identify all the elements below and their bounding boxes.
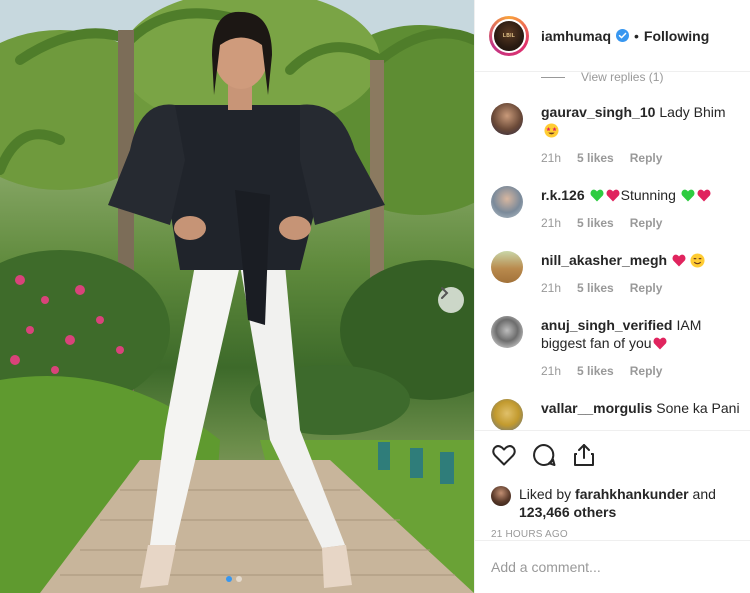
post-photo-scene	[0, 0, 474, 593]
commenter-avatar[interactable]	[491, 251, 523, 283]
chevron-right-icon	[441, 287, 449, 299]
comment-username[interactable]: nill_akasher_megh	[541, 252, 667, 268]
view-replies-link[interactable]: View replies (1)	[581, 72, 663, 84]
red-heart-emoji-icon	[672, 254, 686, 267]
comment-meta: 21h 5 likes Reply	[541, 151, 741, 165]
commenter-avatar[interactable]	[491, 399, 523, 430]
comment-meta: 21h 5 likes Reply	[541, 216, 741, 230]
comment-body: Sone ka Pani	[656, 400, 740, 416]
author-username[interactable]: iamhumaq	[541, 28, 611, 44]
red-heart-emoji-icon	[697, 189, 711, 202]
comment-body: Lady Bhim	[659, 104, 726, 120]
liked-by-text: Liked by farahkhankunder and 123,466 oth…	[519, 485, 735, 521]
comment-reply-button[interactable]: Reply	[630, 281, 663, 295]
comment-text: r.k.126 Stunning	[541, 186, 741, 204]
post-header: LBIL iamhumaq • Following	[475, 0, 750, 72]
comment-text: vallar__morgulis Sone ka Pani	[541, 399, 741, 417]
liker-avatar[interactable]	[491, 486, 511, 506]
comment-username[interactable]: gaurav_singh_10	[541, 104, 655, 120]
liked-by-prefix: Liked by	[519, 486, 572, 502]
like-heart-icon[interactable]	[491, 442, 517, 468]
red-heart-emoji-icon	[606, 189, 620, 202]
comment-item: anuj_singh_verified IAM biggest fan of yo…	[491, 316, 741, 378]
liked-by-user[interactable]: farahkhankunder	[575, 486, 689, 502]
author-avatar-badge: LBIL	[502, 32, 516, 39]
comments-list[interactable]: View replies (1) gaurav_singh_10 Lady Bhi…	[475, 72, 750, 430]
comment-time[interactable]: 21h	[541, 151, 561, 165]
share-upload-icon[interactable]	[571, 442, 597, 468]
comment-meta: 21h 5 likes Reply	[541, 281, 741, 295]
comment-likes[interactable]: 5 likes	[577, 281, 614, 295]
post-side-panel: LBIL iamhumaq • Following View replies (…	[474, 0, 750, 593]
action-icons	[491, 441, 735, 469]
post-actions: Liked by farahkhankunder and 123,466 oth…	[475, 430, 750, 540]
comment-username[interactable]: vallar__morgulis	[541, 400, 652, 416]
post-timestamp[interactable]: 21 HOURS AGO	[491, 529, 735, 540]
add-comment-bar	[475, 540, 750, 593]
verified-badge-icon	[616, 29, 630, 42]
comment-username[interactable]: r.k.126	[541, 187, 585, 203]
comment-time[interactable]: 21h	[541, 281, 561, 295]
comment-text: anuj_singh_verified IAM biggest fan of yo…	[541, 316, 741, 352]
post-photo[interactable]	[0, 0, 474, 593]
liked-by-others[interactable]: 123,466 others	[519, 504, 616, 520]
following-button[interactable]: Following	[644, 28, 709, 44]
comment-likes[interactable]: 5 likes	[577, 216, 614, 230]
author-avatar[interactable]: LBIL	[489, 15, 529, 56]
commenter-avatar[interactable]	[491, 103, 523, 135]
comment-time[interactable]: 21h	[541, 216, 561, 230]
view-replies-line	[541, 76, 565, 78]
liked-by: Liked by farahkhankunder and 123,466 oth…	[491, 485, 735, 521]
view-replies[interactable]: View replies (1)	[541, 72, 741, 84]
green-heart-emoji-icon	[590, 189, 604, 202]
add-comment-input[interactable]	[491, 559, 735, 575]
liked-by-and: and	[692, 486, 716, 502]
header-separator: •	[634, 27, 639, 44]
carousel-dot	[236, 576, 242, 582]
green-heart-emoji-icon	[681, 189, 695, 202]
carousel-next-button[interactable]	[438, 287, 464, 313]
comment-body: Stunning	[620, 187, 676, 203]
comment-item: nill_akasher_megh 21h 5 likes Reply	[491, 251, 741, 295]
red-heart-emoji-icon	[653, 337, 667, 350]
comment-username[interactable]: anuj_singh_verified	[541, 317, 672, 333]
commenter-avatar[interactable]	[491, 186, 523, 218]
carousel-dot-active	[226, 576, 232, 582]
comment-item: gaurav_singh_10 Lady Bhim 21h 5 likes Rep…	[491, 103, 741, 165]
comment-reply-button[interactable]: Reply	[630, 151, 663, 165]
comment-meta: 21h 5 likes Reply	[541, 364, 741, 378]
comment-item: vallar__morgulis Sone ka Pani	[491, 399, 741, 430]
star-struck-emoji-icon	[544, 123, 559, 138]
comment-reply-button[interactable]: Reply	[630, 216, 663, 230]
smiling-face-emoji-icon	[690, 253, 705, 268]
comment-item: r.k.126 Stunning 21h 5 likes Reply	[491, 186, 741, 230]
comment-bubble-icon[interactable]	[531, 442, 557, 468]
comment-reply-button[interactable]: Reply	[630, 364, 663, 378]
comment-time[interactable]: 21h	[541, 364, 561, 378]
comment-likes[interactable]: 5 likes	[577, 151, 614, 165]
comment-text: nill_akasher_megh	[541, 251, 741, 269]
carousel-indicator	[226, 576, 242, 582]
commenter-avatar[interactable]	[491, 316, 523, 348]
comment-text: gaurav_singh_10 Lady Bhim	[541, 103, 741, 139]
comment-likes[interactable]: 5 likes	[577, 364, 614, 378]
